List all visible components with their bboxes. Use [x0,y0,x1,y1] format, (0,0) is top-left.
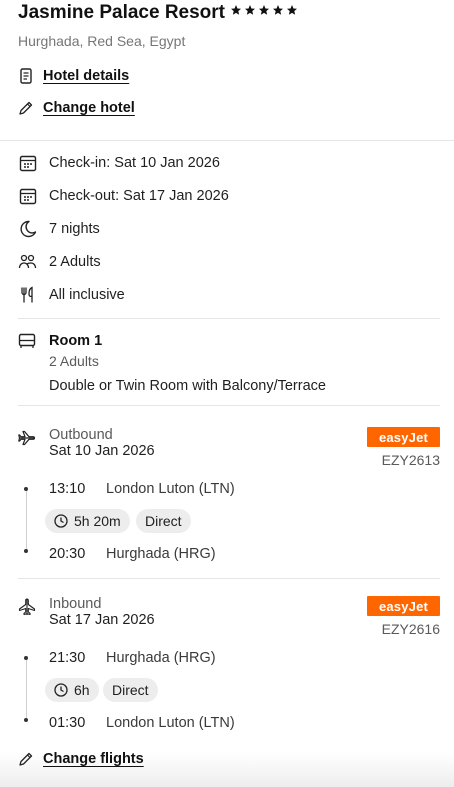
hotel-details-row[interactable]: Hotel details [18,68,129,84]
star-icon [273,5,283,15]
guests-text: 2 Adults [49,253,101,270]
duration-pill: 5h 20m [45,509,130,533]
star-rating [230,4,298,16]
outbound-flight-number: EZY2613 [381,452,440,468]
stops-pill: Direct [103,678,158,702]
change-hotel-row[interactable]: Change hotel [18,100,135,116]
hotel-name: Jasmine Palace Resort [18,2,226,23]
bed-icon [18,333,37,352]
check-in-text: Check-in: Sat 10 Jan 2026 [49,154,220,171]
guests-row: 2 Adults [18,252,101,271]
outbound-departure-airport: London Luton (LTN) [106,481,235,497]
outbound-date: Sat 10 Jan 2026 [49,443,155,459]
divider [18,318,440,319]
plane-icon [18,598,37,617]
timeline-line [25,491,27,549]
moon-icon [18,219,37,238]
inbound-label: Inbound [49,596,102,612]
change-hotel-link[interactable]: Change hotel [43,100,135,116]
star-icon [287,5,297,15]
booking-summary: Jasmine Palace Resort Hurghada, Red Sea,… [0,0,454,787]
clock-icon [54,683,68,697]
change-flights-link[interactable]: Change flights [43,751,144,767]
board-row: All inclusive [18,285,125,304]
pencil-icon [18,100,34,116]
outbound-arrival-airport: Hurghada (HRG) [106,546,216,562]
outbound-label: Outbound [49,427,113,443]
room-guests: 2 Adults [49,353,99,369]
people-icon [18,252,37,271]
inbound-date: Sat 17 Jan 2026 [49,612,155,628]
divider [0,140,454,141]
inbound-flight-number: EZY2616 [381,621,440,637]
board-text: All inclusive [49,286,125,303]
timeline-dot [24,549,28,553]
timeline-line [25,660,27,718]
duration-text: 5h 20m [74,513,121,529]
stops-text: Direct [112,682,149,698]
hotel-details-link[interactable]: Hotel details [43,68,129,84]
document-icon [18,68,34,84]
calendar-icon [18,186,37,205]
airline-logo: easyJet [367,596,440,616]
outbound-departure-time: 13:10 [49,481,86,497]
duration-text: 6h [74,682,90,698]
change-flights-row[interactable]: Change flights [18,751,144,767]
hotel-location: Hurghada, Red Sea, Egypt [18,33,186,49]
inbound-arrival-time: 01:30 [49,715,86,731]
room-description: Double or Twin Room with Balcony/Terrace [49,378,326,394]
pencil-icon [18,751,34,767]
inbound-departure-time: 21:30 [49,650,86,666]
cutlery-icon [18,285,37,304]
nights-row: 7 nights [18,219,100,238]
clock-icon [54,514,68,528]
check-out-row: Check-out: Sat 17 Jan 2026 [18,186,229,205]
calendar-icon [18,153,37,172]
airline-logo: easyJet [367,427,440,447]
divider [18,578,440,579]
star-icon [259,5,269,15]
outbound-arrival-time: 20:30 [49,546,86,562]
star-icon [231,5,241,15]
divider [18,405,440,406]
check-out-text: Check-out: Sat 17 Jan 2026 [49,187,229,204]
inbound-departure-airport: Hurghada (HRG) [106,650,216,666]
stops-text: Direct [145,513,182,529]
timeline-dot [24,718,28,722]
plane-icon [18,430,37,449]
star-icon [245,5,255,15]
room-title: Room 1 [49,333,103,349]
duration-pill: 6h [45,678,99,702]
check-in-row: Check-in: Sat 10 Jan 2026 [18,153,220,172]
nights-text: 7 nights [49,220,100,237]
inbound-arrival-airport: London Luton (LTN) [106,715,235,731]
stops-pill: Direct [136,509,191,533]
